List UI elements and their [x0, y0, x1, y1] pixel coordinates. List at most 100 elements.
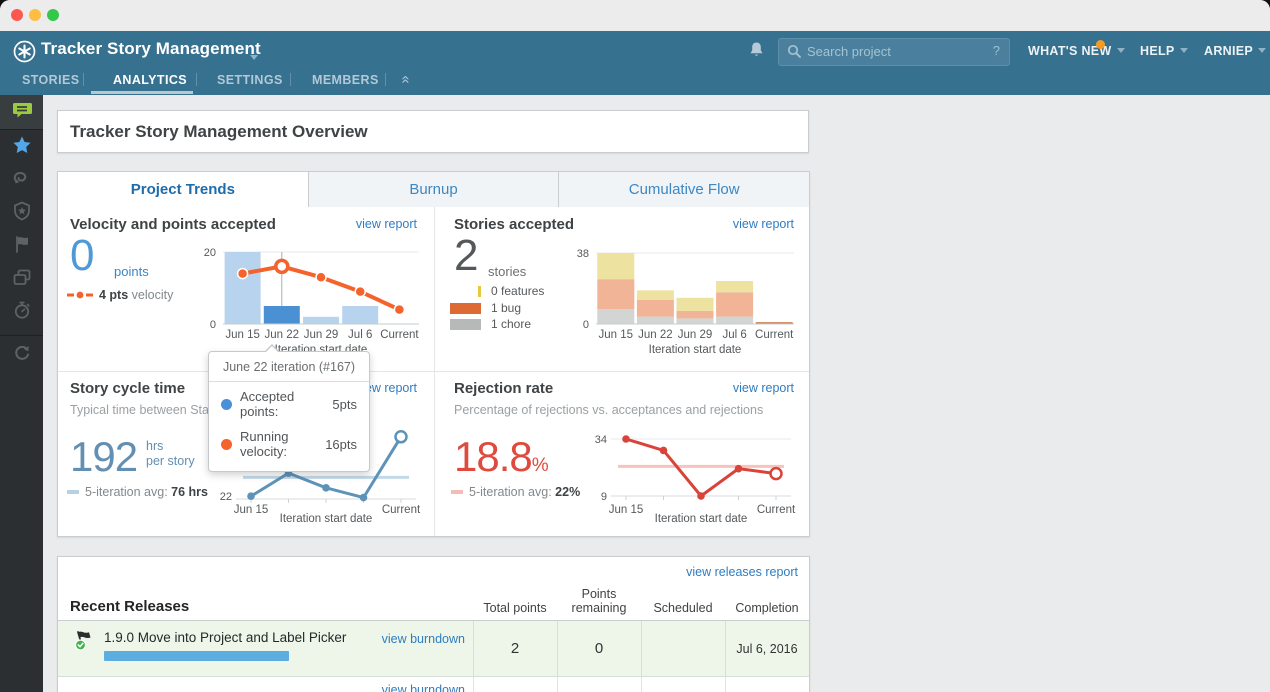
bug-swatch — [450, 302, 481, 314]
tracker-logo-icon — [13, 40, 36, 68]
active-tab-underline — [91, 91, 193, 94]
svg-text:Jun 15: Jun 15 — [609, 504, 644, 516]
view-releases-report-link[interactable]: view releases report — [686, 565, 798, 579]
velocity-unit: points — [114, 264, 149, 279]
svg-text:Current: Current — [382, 504, 421, 516]
svg-text:Current: Current — [380, 329, 419, 341]
stories-legend-features: 0 features — [450, 284, 544, 298]
app-header: Tracker Story Management STORIES ANALYTI… — [0, 31, 1270, 95]
chart-hover-tooltip: June 22 iteration (#167) Accepted points… — [208, 344, 370, 472]
svg-text:Iteration start date: Iteration start date — [649, 344, 742, 356]
refresh-icon[interactable] — [0, 343, 43, 369]
tab-cumulative-flow[interactable]: Cumulative Flow — [558, 172, 810, 208]
minimize-window-button[interactable] — [29, 9, 41, 21]
running-velocity-dot — [221, 438, 232, 450]
backlog-loop-icon[interactable] — [0, 168, 43, 194]
search-help-icon[interactable]: ? — [993, 43, 1000, 58]
collapse-header-icon[interactable]: « — [398, 75, 415, 83]
overview-header-card: Tracker Story Management Overview — [57, 110, 809, 153]
whats-new-menu[interactable]: WHAT'S NEW — [1028, 44, 1125, 58]
svg-text:34: 34 — [595, 434, 607, 446]
starred-panel-icon[interactable] — [0, 135, 43, 161]
cycle-legend: 5-iteration avg: 76 hrs — [67, 485, 208, 499]
stories-view-report-link[interactable]: view report — [733, 217, 794, 231]
search-placeholder: Search project — [807, 44, 891, 59]
svg-text:Jul 6: Jul 6 — [722, 329, 746, 341]
view-burndown-link[interactable]: view burndown — [382, 632, 465, 646]
epics-panels-icon[interactable] — [0, 267, 43, 293]
rejection-legend: 5-iteration avg: 22% — [451, 485, 580, 499]
user-menu[interactable]: ARNIEP — [1204, 44, 1267, 58]
svg-text:Jun 15: Jun 15 — [234, 504, 269, 516]
stories-big-number: 2 — [454, 231, 479, 280]
zoom-window-button[interactable] — [47, 9, 59, 21]
nav-tab-analytics[interactable]: ANALYTICS — [113, 73, 187, 87]
velocity-big-number: 0 — [70, 231, 95, 280]
svg-text:0: 0 — [583, 319, 589, 331]
side-toolbar — [0, 95, 43, 692]
svg-text:Jun 22: Jun 22 — [638, 329, 673, 341]
whats-new-badge — [1096, 40, 1105, 49]
notifications-bell-icon[interactable] — [748, 41, 765, 65]
velocity-line-swatch — [67, 291, 93, 299]
stories-unit: stories — [488, 264, 527, 279]
svg-text:Current: Current — [757, 504, 796, 516]
main-content: Tracker Story Management Overview Projec… — [43, 95, 1270, 692]
svg-text:0: 0 — [210, 319, 216, 331]
analytics-tabs: Project Trends Burnup Cumulative Flow — [57, 171, 810, 208]
release-flag-icon — [73, 628, 97, 657]
svg-text:20: 20 — [204, 247, 216, 259]
flag-releases-icon[interactable] — [0, 234, 43, 260]
close-window-button[interactable] — [11, 9, 23, 21]
cycle-unit-2: per story — [146, 454, 195, 468]
svg-text:Jun 15: Jun 15 — [225, 329, 260, 341]
nav-tab-members[interactable]: MEMBERS — [312, 73, 379, 87]
macos-titlebar — [0, 0, 1270, 32]
release-completion-date: Jul 6, 2016 — [736, 642, 798, 656]
tooltip-row-accepted: Accepted points: 5pts — [209, 382, 369, 422]
svg-text:Iteration start date: Iteration start date — [655, 513, 748, 525]
cycle-unit-1: hrs — [146, 439, 164, 453]
help-menu[interactable]: HELP — [1140, 44, 1188, 58]
svg-text:22: 22 — [220, 491, 232, 503]
svg-text:Jul 6: Jul 6 — [348, 329, 372, 341]
shield-icebox-icon[interactable] — [0, 201, 43, 227]
svg-text:Jun 22: Jun 22 — [265, 329, 300, 341]
release-points-remaining: 0 — [594, 640, 604, 657]
cycle-avg-swatch — [67, 490, 79, 494]
tooltip-row-velocity: Running velocity: 16pts — [209, 422, 369, 471]
project-switcher-caret-icon[interactable] — [250, 47, 258, 65]
col-points-remaining: Points remaining — [571, 587, 627, 615]
cycle-big-number: 192 — [70, 433, 138, 480]
page-title: Tracker Story Management Overview — [70, 122, 368, 141]
feature-swatch — [450, 285, 481, 297]
svg-text:Current: Current — [755, 329, 794, 341]
view-burndown-link-2[interactable]: view burndown — [382, 683, 465, 692]
rejection-panel-title: Rejection rate — [454, 380, 554, 397]
chore-swatch — [450, 318, 481, 330]
col-completion: Completion — [735, 601, 799, 615]
rejection-subtitle: Percentage of rejections vs. acceptances… — [454, 403, 764, 417]
search-input[interactable]: Search project ? — [778, 38, 1010, 66]
project-title: Tracker Story Management — [41, 39, 261, 58]
cycle-panel-title: Story cycle time — [70, 380, 186, 397]
stories-legend-bugs: 1 bug — [450, 301, 521, 315]
stopwatch-icon[interactable] — [0, 300, 43, 326]
app-window: Tracker Story Management STORIES ANALYTI… — [0, 0, 1270, 692]
release-name[interactable]: 1.9.0 Move into Project and Label Picker — [104, 630, 346, 645]
recent-releases-title: Recent Releases — [70, 598, 190, 615]
velocity-legend: 4 pts velocity — [67, 288, 173, 302]
tab-burnup[interactable]: Burnup — [307, 172, 559, 208]
svg-text:Jun 29: Jun 29 — [678, 329, 713, 341]
rejection-view-report-link[interactable]: view report — [733, 381, 794, 395]
tab-project-trends[interactable]: Project Trends — [58, 172, 308, 208]
svg-text:9: 9 — [601, 491, 607, 503]
velocity-view-report-link[interactable]: view report — [356, 217, 417, 231]
nav-tab-settings[interactable]: SETTINGS — [217, 73, 283, 87]
trends-panels: Velocity and points accepted view report… — [57, 207, 810, 537]
release-progress-bar — [104, 651, 289, 661]
release-total-points: 2 — [510, 640, 520, 657]
search-icon — [787, 44, 802, 64]
nav-tab-stories[interactable]: STORIES — [22, 73, 79, 87]
feedback-chat-icon[interactable] — [0, 99, 43, 125]
